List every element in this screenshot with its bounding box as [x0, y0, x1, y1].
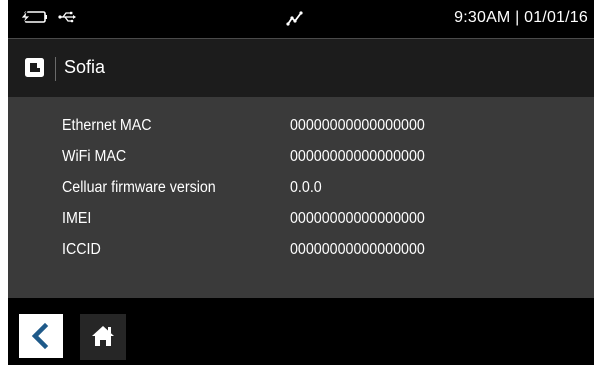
status-icons-left — [20, 9, 76, 29]
info-value: 00000000000000000 — [290, 240, 425, 258]
info-label: WiFi MAC — [62, 147, 127, 165]
info-label: ICCID — [62, 240, 101, 258]
info-label: Ethernet MAC — [62, 116, 152, 134]
home-icon — [92, 326, 114, 346]
info-value: 00000000000000000 — [290, 209, 425, 227]
app-logo-icon — [25, 58, 44, 77]
device-screen: 9:30AM | 01/01/16 Sofia Ethernet MAC 000… — [8, 0, 594, 365]
info-label: Celluar firmware version — [62, 178, 216, 196]
info-label: IMEI — [62, 209, 92, 227]
page-title: Sofia — [64, 57, 106, 77]
signal-graph-icon — [286, 9, 304, 32]
device-info-list: Ethernet MAC 00000000000000000 WiFi MAC … — [62, 110, 437, 265]
info-row-imei: IMEI 00000000000000000 — [62, 203, 437, 234]
status-bar: 9:30AM | 01/01/16 — [8, 0, 594, 38]
back-button[interactable] — [19, 314, 63, 358]
info-row-cellular-firmware: Celluar firmware version 0.0.0 — [62, 172, 437, 203]
status-clock: 9:30AM | 01/01/16 — [454, 9, 588, 26]
title-divider — [55, 57, 56, 81]
info-value: 00000000000000000 — [290, 116, 425, 134]
info-value: 0.0.0 — [290, 178, 322, 196]
footer-nav-bar — [8, 298, 594, 365]
info-value: 00000000000000000 — [290, 147, 425, 165]
battery-charging-icon — [20, 9, 48, 29]
info-row-ethernet-mac: Ethernet MAC 00000000000000000 — [62, 110, 437, 141]
info-row-iccid: ICCID 00000000000000000 — [62, 234, 437, 265]
home-button[interactable] — [80, 314, 126, 360]
title-bar: Sofia — [8, 38, 594, 97]
info-row-wifi-mac: WiFi MAC 00000000000000000 — [62, 141, 437, 172]
usb-icon — [58, 10, 76, 29]
chevron-left-icon — [31, 322, 49, 350]
